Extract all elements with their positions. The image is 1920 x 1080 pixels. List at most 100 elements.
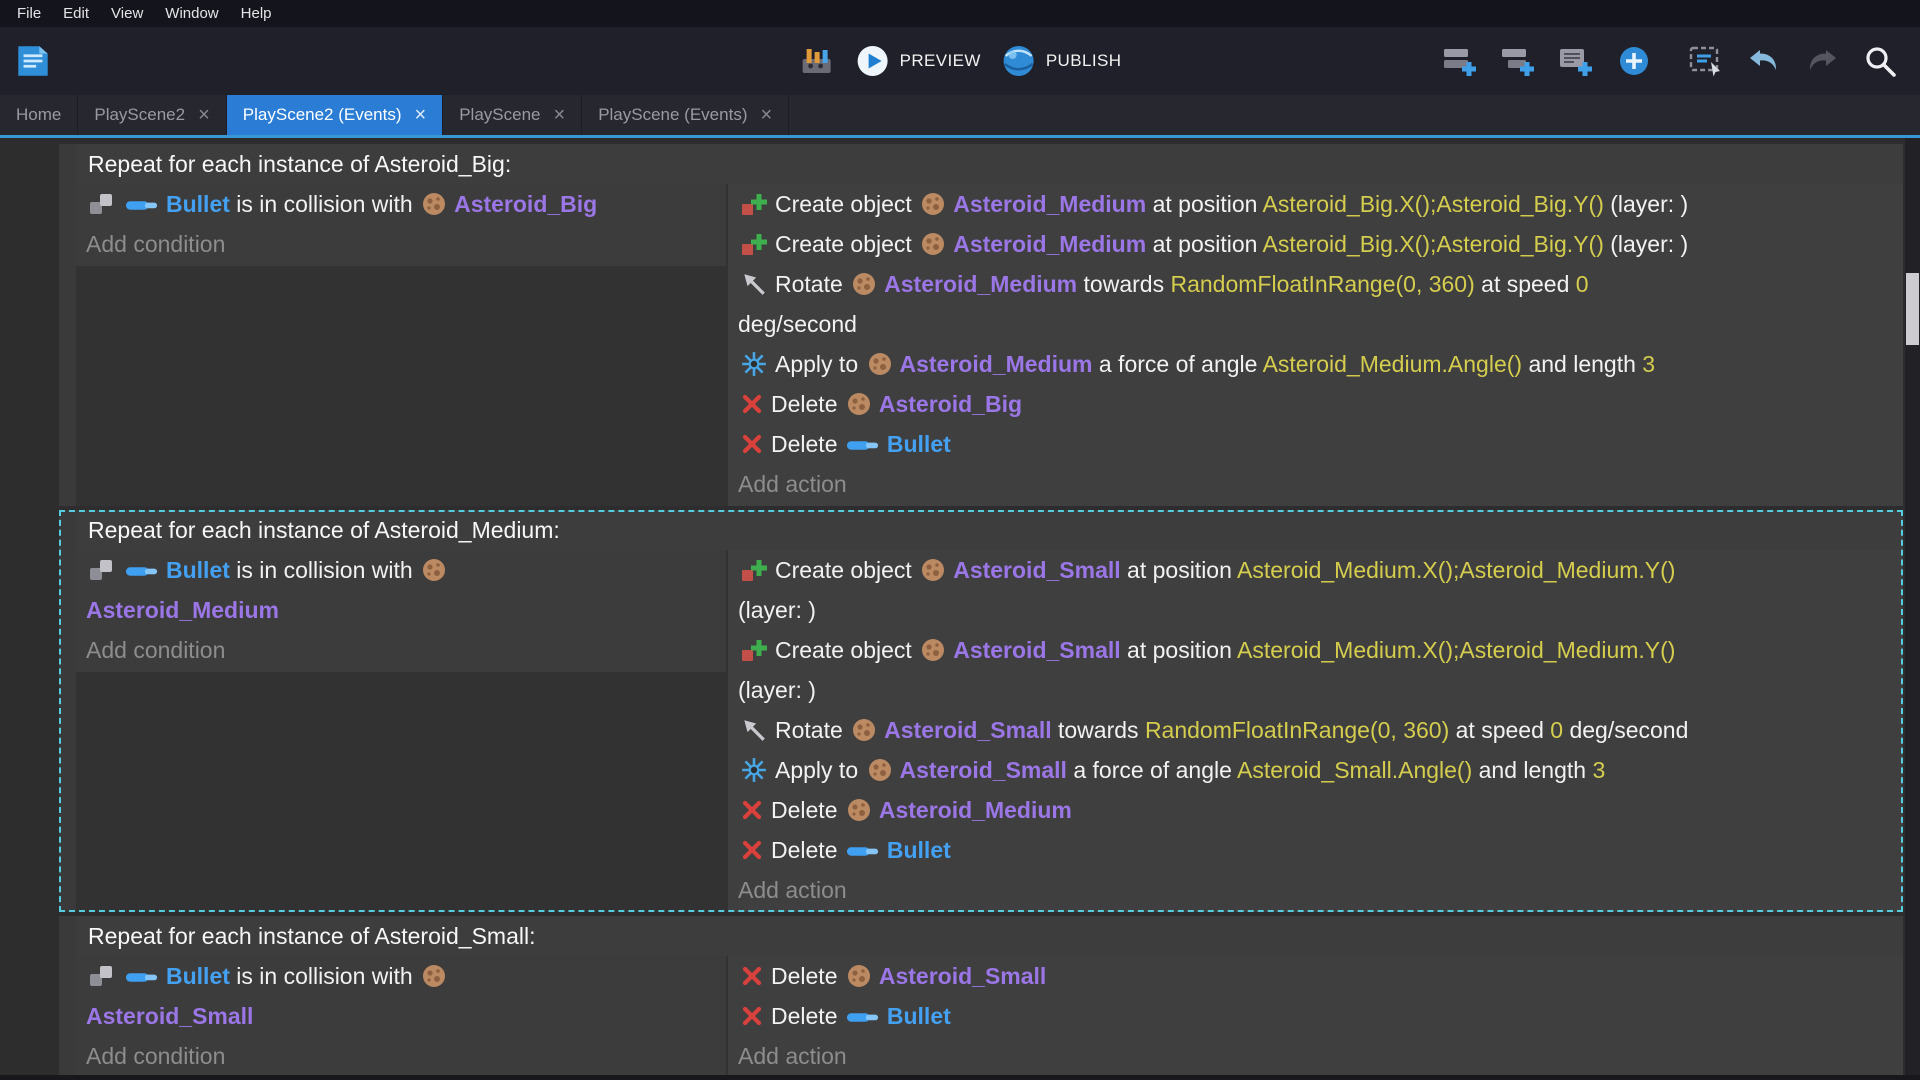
tab-close-icon[interactable]: × bbox=[554, 105, 566, 125]
add-condition-link[interactable]: Add condition bbox=[76, 630, 726, 670]
action-row[interactable]: Delete Bullet bbox=[728, 424, 1903, 464]
instruction-text: at speed bbox=[1449, 717, 1550, 743]
action-row[interactable]: Rotate Asteroid_Small towards RandomFloa… bbox=[728, 710, 1903, 750]
menu-item-window[interactable]: Window bbox=[154, 0, 229, 27]
tab-playscene-events[interactable]: PlayScene (Events)× bbox=[582, 95, 789, 135]
asteroid-object-icon bbox=[421, 191, 447, 217]
action-row[interactable]: Create object Asteroid_Small at position… bbox=[728, 630, 1903, 710]
add-action-link[interactable]: Add action bbox=[728, 464, 1903, 504]
add-condition-link[interactable]: Add condition bbox=[76, 224, 726, 264]
expression-text: RandomFloatInRange(0, 360) bbox=[1145, 717, 1449, 743]
instruction-text: and length bbox=[1522, 351, 1642, 377]
add-action-link[interactable]: Add action bbox=[728, 1036, 1903, 1076]
vertical-scrollbar[interactable] bbox=[1905, 138, 1920, 1080]
publish-globe-icon bbox=[1001, 43, 1037, 79]
action-row[interactable]: Delete Bullet bbox=[728, 830, 1903, 870]
asteroid-object-icon bbox=[846, 391, 872, 417]
action-row[interactable]: Create object Asteroid_Medium at positio… bbox=[728, 184, 1903, 224]
publish-label: PUBLISH bbox=[1046, 51, 1122, 71]
instruction-text: Apply to bbox=[775, 757, 865, 783]
event-header[interactable]: Repeat for each instance of Asteroid_Med… bbox=[76, 510, 1903, 550]
asteroid-object-icon bbox=[846, 797, 872, 823]
gdevelop-logo-icon[interactable] bbox=[12, 40, 54, 82]
tab-playscene2[interactable]: PlayScene2 × bbox=[78, 95, 226, 135]
condition-row[interactable]: Bullet is in collision with Asteroid_Sma… bbox=[76, 956, 726, 1036]
tab-home[interactable]: Home bbox=[0, 95, 78, 135]
tab-close-icon[interactable]: × bbox=[760, 105, 772, 125]
action-row[interactable]: Delete Asteroid_Big bbox=[728, 384, 1903, 424]
asteroid-object-icon bbox=[867, 351, 893, 377]
add-comment-icon[interactable] bbox=[1558, 43, 1594, 79]
tab-playscene2-events[interactable]: PlayScene2 (Events)× bbox=[227, 95, 443, 135]
event-1[interactable]: Repeat for each instance of Asteroid_Big… bbox=[59, 144, 1903, 506]
delete-icon bbox=[740, 964, 764, 988]
instruction-text: Create object bbox=[775, 231, 918, 257]
menu-item-edit[interactable]: Edit bbox=[52, 0, 100, 27]
object-name: Asteroid_Small bbox=[884, 717, 1051, 743]
menu-item-help[interactable]: Help bbox=[230, 0, 283, 27]
object-name: Asteroid_Small bbox=[953, 557, 1120, 583]
event-drag-handle[interactable] bbox=[59, 144, 76, 506]
tab-label: PlayScene bbox=[459, 105, 540, 125]
action-row[interactable]: Rotate Asteroid_Medium towards RandomFlo… bbox=[728, 264, 1903, 344]
object-name: Bullet bbox=[887, 431, 951, 457]
menu-item-file[interactable]: File bbox=[6, 0, 52, 27]
actions-cell: Create object Asteroid_Medium at positio… bbox=[728, 184, 1903, 506]
scrollbar-thumb[interactable] bbox=[1906, 273, 1919, 345]
action-row[interactable]: Create object Asteroid_Small at position… bbox=[728, 550, 1903, 630]
create-object-icon bbox=[740, 230, 768, 258]
expression-text: Asteroid_Medium.X();Asteroid_Medium.Y() bbox=[1237, 557, 1675, 583]
conditions-cell: Bullet is in collision with Asteroid_Med… bbox=[76, 550, 726, 672]
bullet-object-icon bbox=[846, 435, 880, 455]
instruction-text: Delete bbox=[771, 837, 844, 863]
event-header[interactable]: Repeat for each instance of Asteroid_Big… bbox=[76, 144, 1903, 184]
choose-event-icon[interactable] bbox=[1688, 43, 1724, 79]
instruction-text: at position bbox=[1146, 231, 1262, 257]
preview-button[interactable]: PREVIEW bbox=[855, 43, 981, 79]
create-object-icon bbox=[740, 636, 768, 664]
event-drag-handle[interactable] bbox=[59, 510, 76, 912]
instruction-text: Delete bbox=[771, 391, 844, 417]
add-action-link[interactable]: Add action bbox=[728, 870, 1903, 910]
action-row[interactable]: Apply to Asteroid_Medium a force of angl… bbox=[728, 344, 1903, 384]
action-row[interactable]: Delete Bullet bbox=[728, 996, 1903, 1036]
action-row[interactable]: Delete Asteroid_Small bbox=[728, 956, 1903, 996]
event-2[interactable]: Repeat for each instance of Asteroid_Med… bbox=[59, 510, 1903, 912]
action-row[interactable]: Create object Asteroid_Medium at positio… bbox=[728, 224, 1903, 264]
object-name: Bullet bbox=[887, 837, 951, 863]
event-3[interactable]: Repeat for each instance of Asteroid_Sma… bbox=[59, 916, 1903, 1078]
debugger-icon[interactable] bbox=[799, 43, 835, 79]
undo-icon[interactable] bbox=[1746, 43, 1782, 79]
tab-close-icon[interactable]: × bbox=[415, 105, 427, 125]
tab-close-icon[interactable]: × bbox=[198, 105, 210, 125]
delete-icon bbox=[740, 432, 764, 456]
toolbar: PREVIEW PUBLISH bbox=[0, 27, 1920, 95]
add-event-icon[interactable] bbox=[1442, 43, 1478, 79]
tab-label: PlayScene2 bbox=[94, 105, 185, 125]
event-header[interactable]: Repeat for each instance of Asteroid_Sma… bbox=[76, 916, 1903, 956]
action-row[interactable]: Delete Asteroid_Medium bbox=[728, 790, 1903, 830]
add-circle-icon[interactable] bbox=[1616, 43, 1652, 79]
add-subevent-icon[interactable] bbox=[1500, 43, 1536, 79]
condition-collision-icon bbox=[88, 190, 116, 218]
delete-icon bbox=[740, 838, 764, 862]
redo-icon[interactable] bbox=[1804, 43, 1840, 79]
event-drag-handle[interactable] bbox=[59, 916, 76, 1078]
gdevelop-window: FileEditViewWindowHelp PREVIEW PUBLISH H… bbox=[0, 0, 1920, 1080]
instruction-text: and length bbox=[1472, 757, 1592, 783]
expression-text: Asteroid_Small.Angle() bbox=[1237, 757, 1472, 783]
instruction-text: Create object bbox=[775, 637, 918, 663]
rotate-icon bbox=[740, 270, 768, 298]
condition-row[interactable]: Bullet is in collision with Asteroid_Big bbox=[76, 184, 726, 224]
instruction-text: Create object bbox=[775, 557, 918, 583]
tab-playscene[interactable]: PlayScene × bbox=[443, 95, 582, 135]
condition-row[interactable]: Bullet is in collision with Asteroid_Med… bbox=[76, 550, 726, 630]
object-name: Bullet bbox=[166, 963, 230, 989]
asteroid-object-icon bbox=[920, 231, 946, 257]
add-condition-link[interactable]: Add condition bbox=[76, 1036, 726, 1076]
menu-item-view[interactable]: View bbox=[100, 0, 154, 27]
publish-button[interactable]: PUBLISH bbox=[1001, 43, 1122, 79]
object-name: Asteroid_Medium bbox=[86, 597, 279, 623]
search-icon[interactable] bbox=[1862, 43, 1898, 79]
action-row[interactable]: Apply to Asteroid_Small a force of angle… bbox=[728, 750, 1903, 790]
